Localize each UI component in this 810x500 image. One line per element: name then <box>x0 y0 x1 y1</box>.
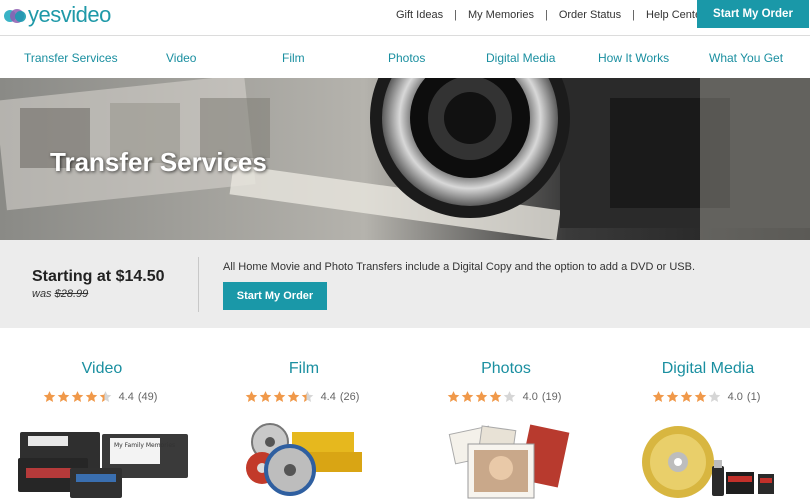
starting-price: Starting at $14.50 <box>32 268 165 285</box>
photos-image <box>448 424 570 499</box>
help-center-link[interactable]: Help Center <box>646 9 705 21</box>
nav-item-digital-media[interactable]: Digital Media <box>486 51 555 65</box>
nav-item-video[interactable]: Video <box>166 51 196 65</box>
star-icon <box>652 391 664 402</box>
star-icon <box>694 391 706 402</box>
nav-item-transfer-services[interactable]: Transfer Services <box>24 51 118 65</box>
hero-title: Transfer Services <box>50 147 267 177</box>
divider: | <box>632 9 636 21</box>
nav-item-photos[interactable]: Photos <box>388 51 425 65</box>
half-star-icon <box>301 391 313 402</box>
brand-name: yesvideo <box>28 2 111 27</box>
was-price-value: $28.99 <box>54 288 89 300</box>
star-icon <box>680 391 692 402</box>
star-icon <box>273 391 285 402</box>
rating-value: 4.4 <box>118 390 134 403</box>
star-icon <box>245 391 257 402</box>
star-icon <box>287 391 299 402</box>
rating-value: 4.0 <box>727 390 743 403</box>
star-icon <box>447 391 459 402</box>
review-count: (26) <box>339 390 360 403</box>
rating: 4.0 (1) <box>608 390 808 403</box>
gift-ideas-link[interactable]: Gift Ideas <box>396 9 443 21</box>
promo-band: Starting at $14.50 was $28.99 All Home M… <box>0 240 810 328</box>
start-order-button-header[interactable]: Start My Order <box>697 0 809 28</box>
review-count: (19) <box>541 390 562 403</box>
divider: | <box>454 9 457 21</box>
digital-media-image <box>642 426 774 498</box>
top-bar: yesvideo Gift Ideas | My Memories | Orde… <box>0 0 810 36</box>
logo-dots-icon <box>4 5 26 25</box>
utility-links: Gift Ideas | My Memories | Order Status … <box>396 9 705 21</box>
service-card-video[interactable]: Video 4.4 (49) My Family Memories <box>2 360 202 500</box>
order-status-link[interactable]: Order Status <box>559 9 621 21</box>
star-rating <box>447 390 517 403</box>
card-title[interactable]: Film <box>204 360 404 378</box>
brand-logo[interactable]: yesvideo <box>4 2 111 27</box>
hero-banner: Transfer Services <box>0 78 810 240</box>
star-icon <box>461 391 473 402</box>
my-memories-link[interactable]: My Memories <box>468 9 534 21</box>
star-icon <box>666 391 678 402</box>
review-count: (49) <box>137 390 158 403</box>
rating: 4.0 (19) <box>406 390 606 403</box>
rating-value: 4.4 <box>320 390 336 403</box>
tape-label: My Family Memories <box>114 442 175 449</box>
star-icon <box>475 391 487 402</box>
star-icon <box>43 391 55 402</box>
star-icon <box>57 391 69 402</box>
was-label: was <box>32 288 52 300</box>
start-order-button-promo[interactable]: Start My Order <box>223 282 327 310</box>
star-rating <box>245 390 315 403</box>
rating-value: 4.0 <box>522 390 538 403</box>
nav-item-film[interactable]: Film <box>282 51 305 65</box>
main-nav: Transfer Services Video Film Photos Digi… <box>0 37 810 77</box>
film-reels-image <box>246 423 362 496</box>
nav-item-how-it-works[interactable]: How It Works <box>598 51 669 65</box>
star-icon <box>85 391 97 402</box>
promo-divider <box>198 257 199 312</box>
service-card-film[interactable]: Film 4.4 (26) <box>204 360 404 500</box>
card-title[interactable]: Digital Media <box>608 360 808 378</box>
half-star-icon <box>99 391 111 402</box>
rating: 4.4 (26) <box>204 390 404 403</box>
rating: 4.4 (49) <box>2 390 202 403</box>
star-rating <box>43 390 113 403</box>
service-card-photos[interactable]: Photos 4.0 (19) <box>406 360 606 500</box>
divider: | <box>544 9 548 21</box>
empty-star-icon <box>708 391 720 402</box>
card-title[interactable]: Video <box>2 360 202 378</box>
promo-description: All Home Movie and Photo Transfers inclu… <box>223 261 696 273</box>
star-icon <box>71 391 83 402</box>
star-rating <box>652 390 722 403</box>
card-title[interactable]: Photos <box>406 360 606 378</box>
star-icon <box>489 391 501 402</box>
vhs-tapes-image: My Family Memories <box>18 432 188 498</box>
was-price: was $28.99 <box>32 288 88 300</box>
nav-item-what-you-get[interactable]: What You Get <box>709 51 783 65</box>
empty-star-icon <box>503 391 515 402</box>
review-count: (1) <box>746 390 761 403</box>
service-card-digital-media[interactable]: Digital Media 4.0 (1) <box>608 360 808 500</box>
star-icon <box>259 391 271 402</box>
